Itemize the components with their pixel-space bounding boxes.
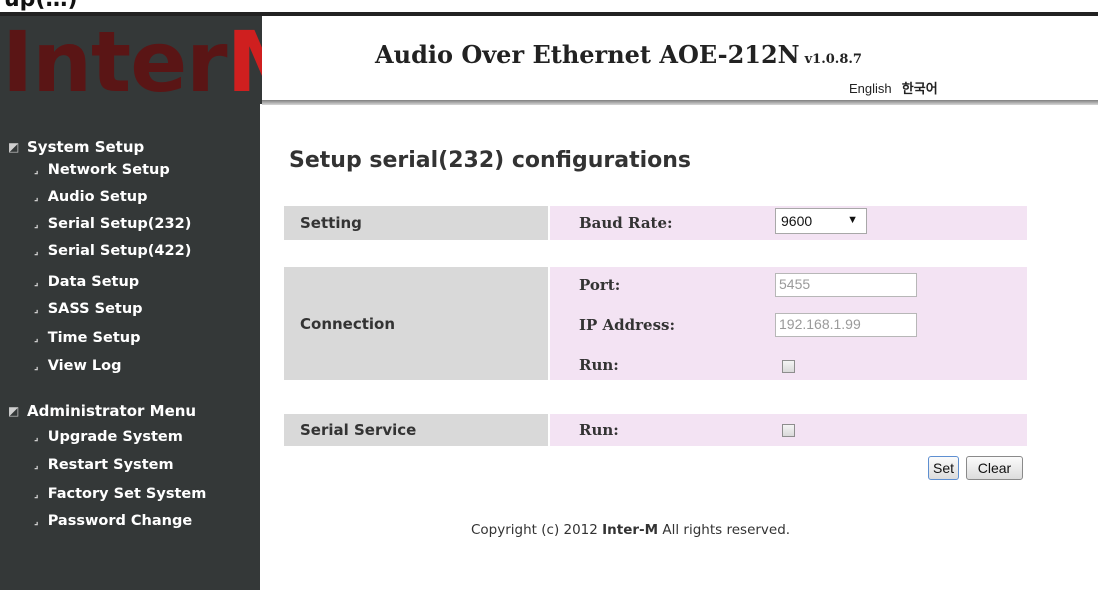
sidebar-item-restart-system[interactable]: ⌟ Restart System [34,457,174,473]
ip-address-label: IP Address: [579,316,676,334]
baud-rate-label: Baud Rate: [579,214,673,232]
sidebar-item-time-setup[interactable]: ⌟ Time Setup [34,330,140,346]
clear-button[interactable]: Clear [966,456,1023,480]
logo-text: InterM [2,18,262,104]
copyright-brand: Inter-M [602,522,659,538]
connection-run-checkbox[interactable] [782,360,795,373]
menu-header-administrator-menu[interactable]: ◩ Administrator Menu [8,402,196,420]
sidebar-item-label: Restart System [47,457,174,473]
bullet-icon: ⌟ [34,245,39,257]
sidebar: ◩ System Setup ⌟ Network Setup ⌟ Audio S… [0,104,260,590]
menu-header-label: System Setup [27,138,145,156]
sidebar-item-password-change[interactable]: ⌟ Password Change [34,513,192,529]
bullet-icon: ⌟ [34,488,39,500]
port-label: Port: [579,276,621,294]
bullet-icon: ⌟ [34,164,39,176]
sidebar-item-label: Serial Setup(422) [47,243,192,259]
sidebar-item-label: Time Setup [47,330,141,346]
sidebar-item-label: View Log [47,358,122,374]
bullet-icon: ⌟ [34,276,39,288]
header-divider [262,100,1098,105]
logo: InterM [0,16,262,104]
sidebar-item-label: Audio Setup [47,189,148,205]
serial-service-row-label: Serial Service [284,414,548,446]
sidebar-item-upgrade-system[interactable]: ⌟ Upgrade System [34,429,183,445]
bullet-icon: ⌟ [34,332,39,344]
sidebar-item-label: Data Setup [47,274,140,290]
sidebar-item-label: SASS Setup [47,301,143,317]
set-button[interactable]: Set [928,456,959,480]
port-field[interactable]: 5455 [775,273,917,297]
serial-service-run-checkbox[interactable] [782,424,795,437]
app-title-text: Audio Over Ethernet AOE-212N [375,40,800,69]
menu-folder-icon: ◩ [8,404,20,418]
setting-row-label: Setting [284,206,548,240]
bullet-icon: ⌟ [34,191,39,203]
chevron-down-icon: ▼ [847,214,858,226]
ip-address-field[interactable]: 192.168.1.99 [775,313,917,337]
sidebar-item-label: Upgrade System [47,429,183,445]
sidebar-item-data-setup[interactable]: ⌟ Data Setup [34,274,139,290]
sidebar-item-sass-setup[interactable]: ⌟ SASS Setup [34,301,143,317]
app-version: v1.0.8.7 [804,52,862,67]
sidebar-item-view-log[interactable]: ⌟ View Log [34,358,121,374]
bullet-icon: ⌟ [34,431,39,443]
bullet-icon: ⌟ [34,515,39,527]
connection-row-label: Connection [284,267,548,380]
bullet-icon: ⌟ [34,360,39,372]
bullet-icon: ⌟ [34,218,39,230]
sidebar-item-label: Serial Setup(232) [47,216,192,232]
copyright: Copyright (c) 2012 Inter-M All rights re… [471,522,790,538]
logo-accent: M [227,16,262,104]
menu-header-label: Administrator Menu [27,402,197,420]
menu-header-system-setup[interactable]: ◩ System Setup [8,138,144,156]
sidebar-item-network-setup[interactable]: ⌟ Network Setup [34,162,170,178]
baud-rate-value: 9600 [781,213,813,229]
logo-main: Inter [2,16,228,104]
bullet-icon: ⌟ [34,303,39,315]
copyright-suffix: All rights reserved. [658,522,791,538]
app-title: Audio Over Ethernet AOE-212N v1.0.8.7 [375,40,862,69]
sidebar-item-label: Network Setup [47,162,170,178]
language-switcher: English 한국어 [849,78,938,97]
sidebar-item-serial-setup-422[interactable]: ⌟ Serial Setup(422) [34,243,191,259]
sidebar-item-serial-setup-232[interactable]: ⌟ Serial Setup(232) [34,216,191,232]
lang-korean-link[interactable]: 한국어 [902,82,938,97]
page-title: Setup serial(232) configurations [289,148,691,173]
sidebar-item-audio-setup[interactable]: ⌟ Audio Setup [34,189,148,205]
sidebar-item-factory-set-system[interactable]: ⌟ Factory Set System [34,486,206,502]
connection-run-label: Run: [579,356,619,374]
baud-rate-select[interactable]: 9600 ▼ [775,208,867,234]
lang-english-link[interactable]: English [849,81,892,96]
bullet-icon: ⌟ [34,459,39,471]
menu-folder-icon: ◩ [8,140,20,154]
serial-service-run-label: Run: [579,421,619,439]
sidebar-item-label: Password Change [47,513,193,529]
copyright-prefix: Copyright (c) 2012 [471,522,603,538]
sidebar-item-label: Factory Set System [47,486,207,502]
top-caption: up(…) [0,0,260,12]
